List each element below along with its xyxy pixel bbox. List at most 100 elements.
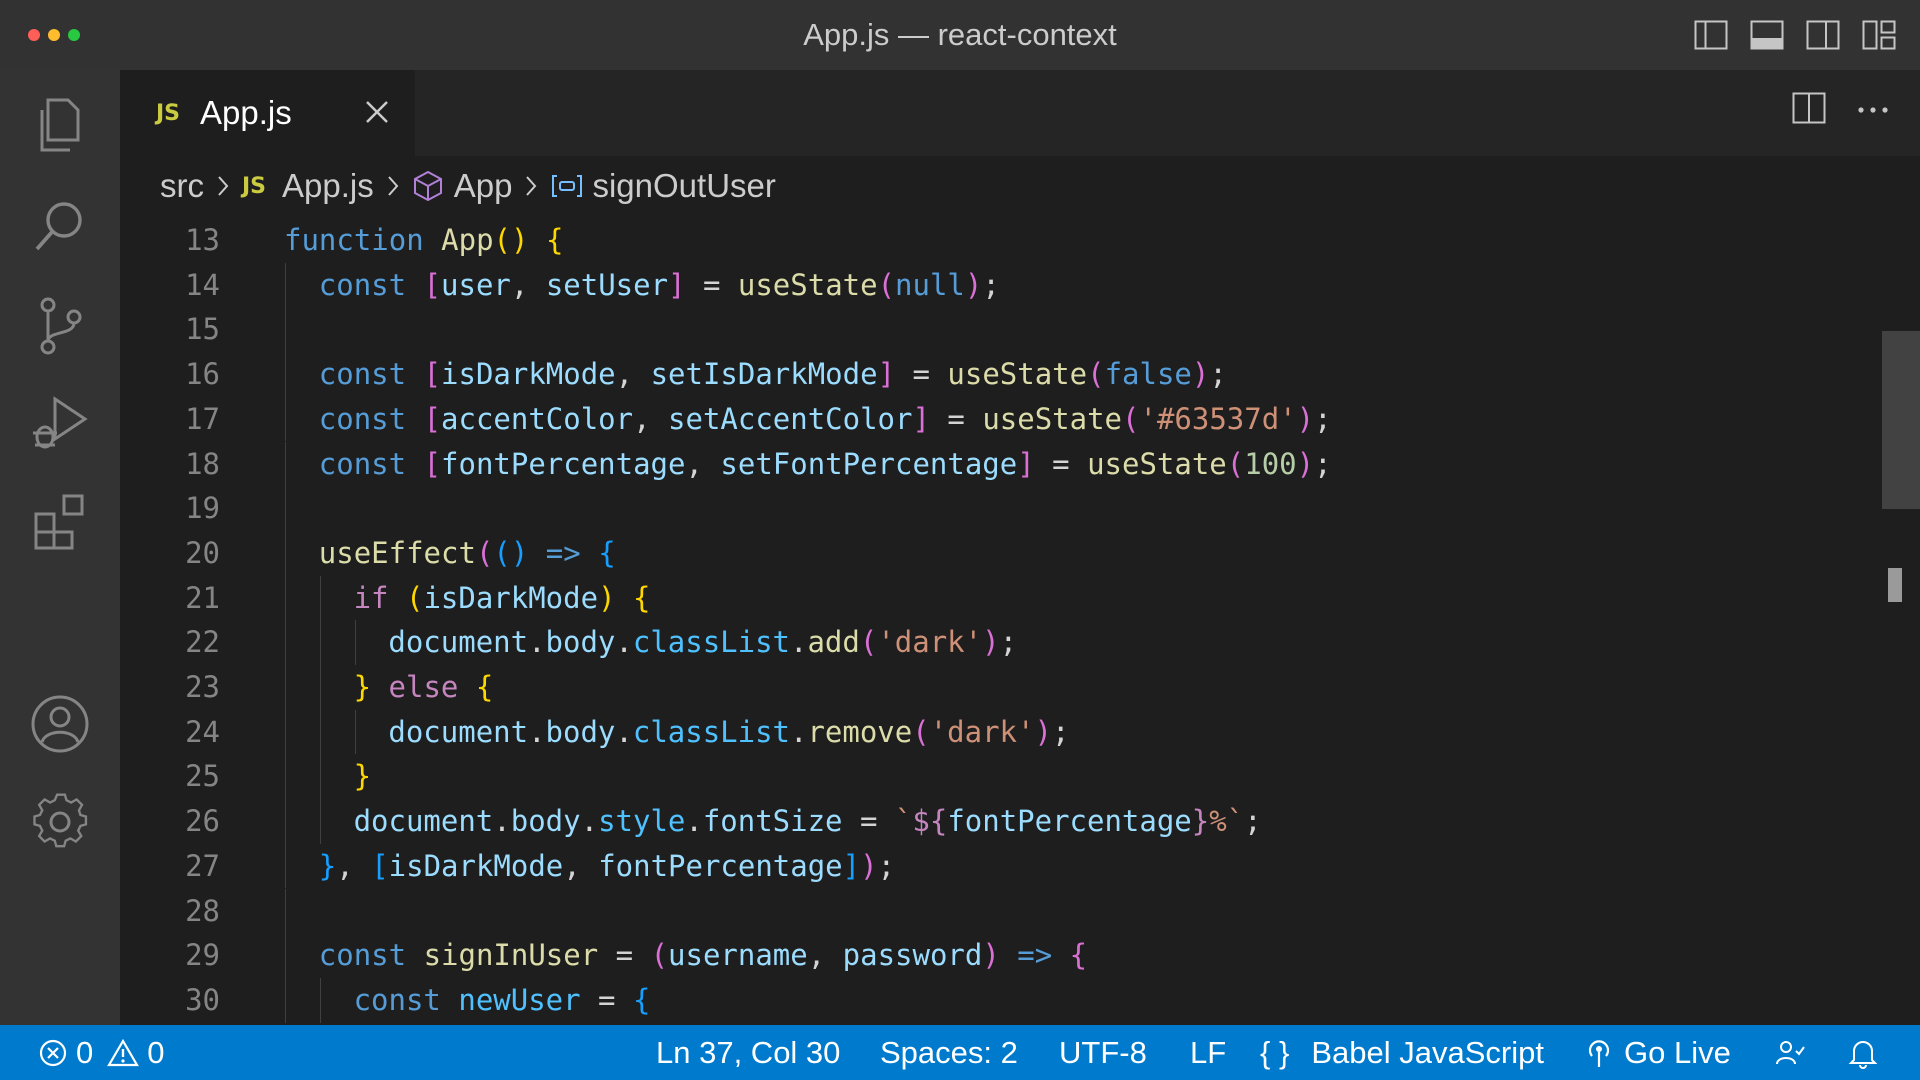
tab-app-js[interactable]: JS App.js — [120, 70, 415, 156]
code-token: username — [668, 938, 808, 973]
indent-guide — [285, 262, 286, 308]
customize-layout-icon[interactable] — [1860, 16, 1898, 54]
encoding-setting[interactable]: UTF-8 — [1059, 1025, 1147, 1080]
line-code: document.body.classList.remove('dark'); — [388, 710, 1069, 755]
indent-guide — [285, 441, 286, 487]
indent-guide — [319, 575, 321, 621]
line-code: const newUser = { — [354, 978, 651, 1023]
code-token: => — [545, 535, 581, 570]
end-of-line-setting[interactable]: LF — [1190, 1025, 1226, 1080]
code-token: () — [493, 535, 529, 570]
code-editor[interactable]: 13 function App() {14 const [user, setUser… — [120, 216, 1920, 1025]
code-line: 23} else { — [120, 665, 1880, 710]
accounts-icon[interactable] — [22, 686, 98, 762]
breadcrumb-folder[interactable]: src — [160, 167, 204, 205]
more-actions-icon[interactable] — [1856, 102, 1890, 120]
code-token: ( — [1226, 446, 1245, 481]
line-number: 14 — [185, 267, 220, 302]
breadcrumb-file[interactable]: JS App.js — [242, 167, 374, 205]
indent-guide — [285, 933, 286, 978]
problems-indicator[interactable]: 0 0 — [38, 1025, 165, 1080]
close-tab-icon[interactable] — [357, 92, 397, 132]
code-token: setIsDarkMode — [650, 357, 878, 392]
indent-guide — [319, 977, 321, 1023]
toggle-panel-icon[interactable] — [1748, 16, 1786, 54]
language-mode[interactable]: { } Babel JavaScript — [1260, 1025, 1544, 1080]
code-token: ) — [1296, 446, 1315, 481]
toggle-secondary-sidebar-icon[interactable] — [1804, 16, 1842, 54]
code-token: ( — [912, 714, 930, 749]
code-token: = — [1034, 446, 1088, 481]
chevron-right-icon — [386, 174, 400, 198]
code-line: 16 const [isDarkMode, setIsDarkMode] = us… — [120, 352, 1880, 397]
extensions-icon[interactable] — [22, 484, 98, 560]
code-token: add — [807, 625, 860, 660]
code-token: body — [510, 804, 581, 839]
indent-guide — [285, 799, 286, 844]
toggle-primary-sidebar-icon[interactable] — [1692, 16, 1730, 54]
code-token: ] — [877, 357, 896, 392]
feedback-icon[interactable] — [1774, 1025, 1806, 1080]
code-token: { — [545, 223, 564, 257]
explorer-icon[interactable] — [22, 88, 98, 164]
javascript-file-icon: JS — [156, 100, 181, 126]
code-token: isDarkMode — [388, 848, 564, 883]
search-icon[interactable] — [22, 188, 98, 264]
code-token: . — [615, 714, 633, 749]
line-number: 25 — [185, 759, 220, 794]
code-token: setUser — [545, 267, 669, 302]
code-line: 18 const [fontPercentage, setFontPercenta… — [120, 441, 1880, 487]
breadcrumb: src JS App.js App signOutUser — [120, 156, 1920, 216]
code-line: 17 const [accentColor, setAccentColor] = … — [120, 396, 1880, 442]
indentation-setting[interactable]: Spaces: 2 — [880, 1025, 1018, 1080]
code-token: ) — [982, 625, 1000, 660]
code-token: const — [318, 401, 407, 436]
vertical-scrollbar-thumb[interactable] — [1882, 331, 1920, 509]
breadcrumb-symbol[interactable]: signOutUser — [550, 167, 776, 205]
code-token: . — [580, 804, 599, 839]
line-code: const [accentColor, setAccentColor] = us… — [319, 397, 1332, 442]
code-token: if — [353, 580, 389, 615]
manage-gear-icon[interactable] — [22, 784, 98, 860]
line-code: }, [isDarkMode, fontPercentage]); — [319, 844, 895, 889]
indent-guide — [319, 754, 321, 800]
line-number: 29 — [185, 938, 220, 973]
line-code: document.body.style.fontSize = `${fontPe… — [354, 799, 1262, 844]
code-line: 25} — [120, 754, 1880, 800]
split-editor-icon[interactable] — [1792, 92, 1826, 129]
code-token: [ — [423, 401, 442, 436]
code-line: 14 const [user, setUser] = useState(null)… — [120, 262, 1880, 308]
code-token: { — [1069, 938, 1088, 973]
breadcrumb-file-label: App.js — [282, 167, 374, 204]
error-count: 0 — [76, 1034, 94, 1070]
code-token: classList — [632, 714, 790, 749]
breadcrumb-component[interactable]: App — [412, 167, 512, 205]
code-token: document — [353, 804, 494, 839]
code-token: ; — [999, 625, 1018, 660]
code-token: const — [318, 357, 407, 392]
indent-guide — [285, 709, 286, 755]
overview-ruler-marker — [1888, 568, 1902, 602]
code-token: ; — [1314, 401, 1332, 436]
notifications-bell-icon[interactable] — [1848, 1025, 1878, 1080]
indent-guide — [285, 307, 286, 353]
cursor-position[interactable]: Ln 37, Col 30 — [656, 1025, 840, 1080]
breadcrumb-symbol-label: signOutUser — [592, 167, 776, 204]
code-token: useEffect — [318, 535, 476, 570]
run-debug-icon[interactable] — [22, 386, 98, 462]
code-token: { — [475, 670, 494, 704]
code-token: const — [318, 267, 407, 302]
code-token: { — [632, 982, 651, 1017]
code-token: . — [685, 804, 703, 839]
indent-guide — [285, 888, 286, 934]
code-token: [ — [423, 267, 442, 302]
go-live-button[interactable]: Go Live — [1584, 1025, 1731, 1080]
line-code: } else { — [354, 665, 494, 710]
source-control-icon[interactable] — [22, 288, 98, 364]
code-line: 22 document.body.classList.add('dark'); — [120, 620, 1880, 665]
